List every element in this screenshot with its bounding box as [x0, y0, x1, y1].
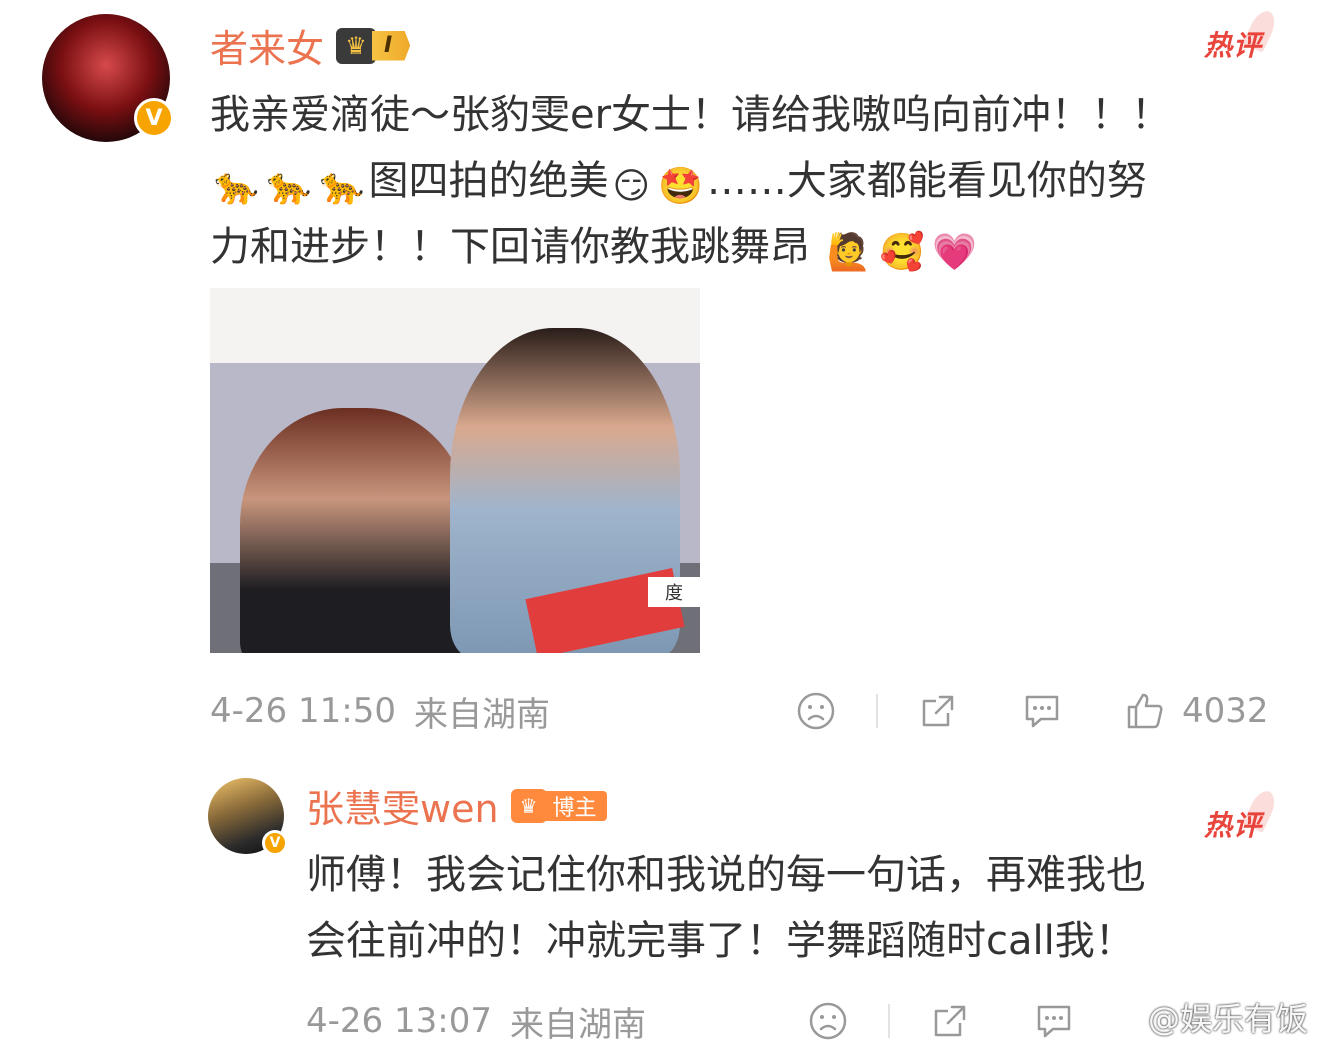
member-level: I: [372, 30, 411, 61]
comment-item-1: V 者来女 ♛ I 热评 我亲爱滴徒～张豹雯er女士！请给我嗷呜向前冲！！！ 🐆…: [0, 0, 1320, 760]
user-avatar[interactable]: V: [42, 14, 174, 142]
dislike-button[interactable]: [806, 1001, 850, 1041]
location: 来自湖南: [509, 1004, 646, 1045]
like-button[interactable]: 4032: [1124, 691, 1269, 731]
leopard-emoji-icon: 🐆: [266, 166, 312, 207]
reply-button[interactable]: [1032, 1001, 1076, 1041]
comment-text: 我亲爱滴徒～张豹雯er女士！请给我嗷呜向前冲！！！: [210, 92, 1172, 138]
member-badge[interactable]: ♛ I: [336, 27, 411, 64]
comment-icon: [1037, 1005, 1071, 1038]
username[interactable]: 者来女: [210, 18, 324, 73]
action-divider: [876, 694, 878, 728]
sad-face-icon: [809, 1002, 847, 1040]
like-count: 4032: [1182, 691, 1269, 731]
site-watermark: @娱乐有饭: [1147, 1000, 1308, 1038]
crown-icon: ♛: [510, 788, 547, 823]
comment-text-line-1: 师傅！我会记住你和我说的每一句话，再难我也: [306, 842, 1146, 908]
share-button[interactable]: [916, 691, 960, 731]
share-icon: [922, 695, 954, 727]
thumbs-up-icon: [1127, 693, 1163, 729]
comment-icon: [1025, 695, 1059, 728]
username[interactable]: 张慧雯wen: [306, 778, 499, 833]
raise-hand-emoji-icon: 🙋: [826, 232, 872, 273]
comment-text: 图四拍的绝美: [368, 158, 609, 204]
share-button[interactable]: [928, 1001, 972, 1041]
comment-header: 者来女 ♛ I: [210, 18, 411, 73]
comment-meta: 4-26 13:07 来自湖南: [306, 996, 646, 1046]
blogger-label: 博主: [542, 790, 607, 821]
comment-text-line-1: 我亲爱滴徒～张豹雯er女士！请给我嗷呜向前冲！！！: [210, 82, 1171, 148]
share-icon: [934, 1005, 966, 1037]
comment-text: ……大家都能看见你的努: [706, 158, 1147, 204]
comment-text-line-3: 力和进步！！下回请你教我跳舞昂 🙋 🥰 💗: [210, 214, 981, 286]
comment-text-line-2: 会往前冲的！冲就完事了！学舞蹈随时call我！: [306, 908, 1135, 974]
comment-text: 力和进步！！下回请你教我跳舞昂: [210, 224, 810, 270]
timestamp: 4-26 11:50: [210, 691, 396, 731]
hot-comment-badge: 热评: [1204, 804, 1262, 844]
leopard-emoji-icon: 🐆: [214, 166, 259, 207]
comment-photo[interactable]: 度: [210, 288, 700, 653]
star-eyes-emoji-icon: 🤩: [658, 166, 703, 207]
heart-emoji-icon: 💗: [932, 232, 978, 273]
comment-header: 张慧雯wen ♛ 博主: [306, 778, 607, 833]
smirk-emoji-icon: 😏: [612, 166, 651, 207]
photo-watermark: 度: [648, 577, 700, 607]
sad-face-icon: [797, 692, 835, 730]
photo-person: [240, 408, 470, 653]
comment-text-line-2: 🐆 🐆 🐆 图四拍的绝美 😏 🤩 ……大家都能看见你的努: [210, 148, 1147, 220]
location: 来自湖南: [413, 694, 550, 735]
comment-actions: [806, 996, 1076, 1046]
comment-text: 会往前冲的！冲就完事了！学舞蹈随时call我！: [306, 918, 1135, 964]
flower-face-emoji-icon: 🥰: [879, 232, 925, 273]
action-divider: [888, 1004, 890, 1038]
dislike-button[interactable]: [794, 691, 838, 731]
comment-actions: 4032: [794, 686, 1269, 736]
timestamp: 4-26 13:07: [306, 1001, 492, 1041]
reply-button[interactable]: [1020, 691, 1064, 731]
user-avatar[interactable]: V: [208, 778, 288, 856]
verified-icon: V: [134, 98, 174, 138]
blogger-badge[interactable]: ♛ 博主: [510, 788, 607, 823]
comment-meta: 4-26 11:50 来自湖南: [210, 686, 550, 736]
leopard-emoji-icon: 🐆: [319, 166, 365, 207]
hot-comment-badge: 热评: [1204, 24, 1262, 64]
crown-icon: ♛: [336, 27, 377, 64]
comment-item-2: V 张慧雯wen ♛ 博主 热评 师傅！我会记住你和我说的每一句话，再难我也 会…: [0, 760, 1320, 1050]
verified-icon: V: [262, 830, 288, 856]
comment-text: 师傅！我会记住你和我说的每一句话，再难我也: [306, 852, 1146, 898]
